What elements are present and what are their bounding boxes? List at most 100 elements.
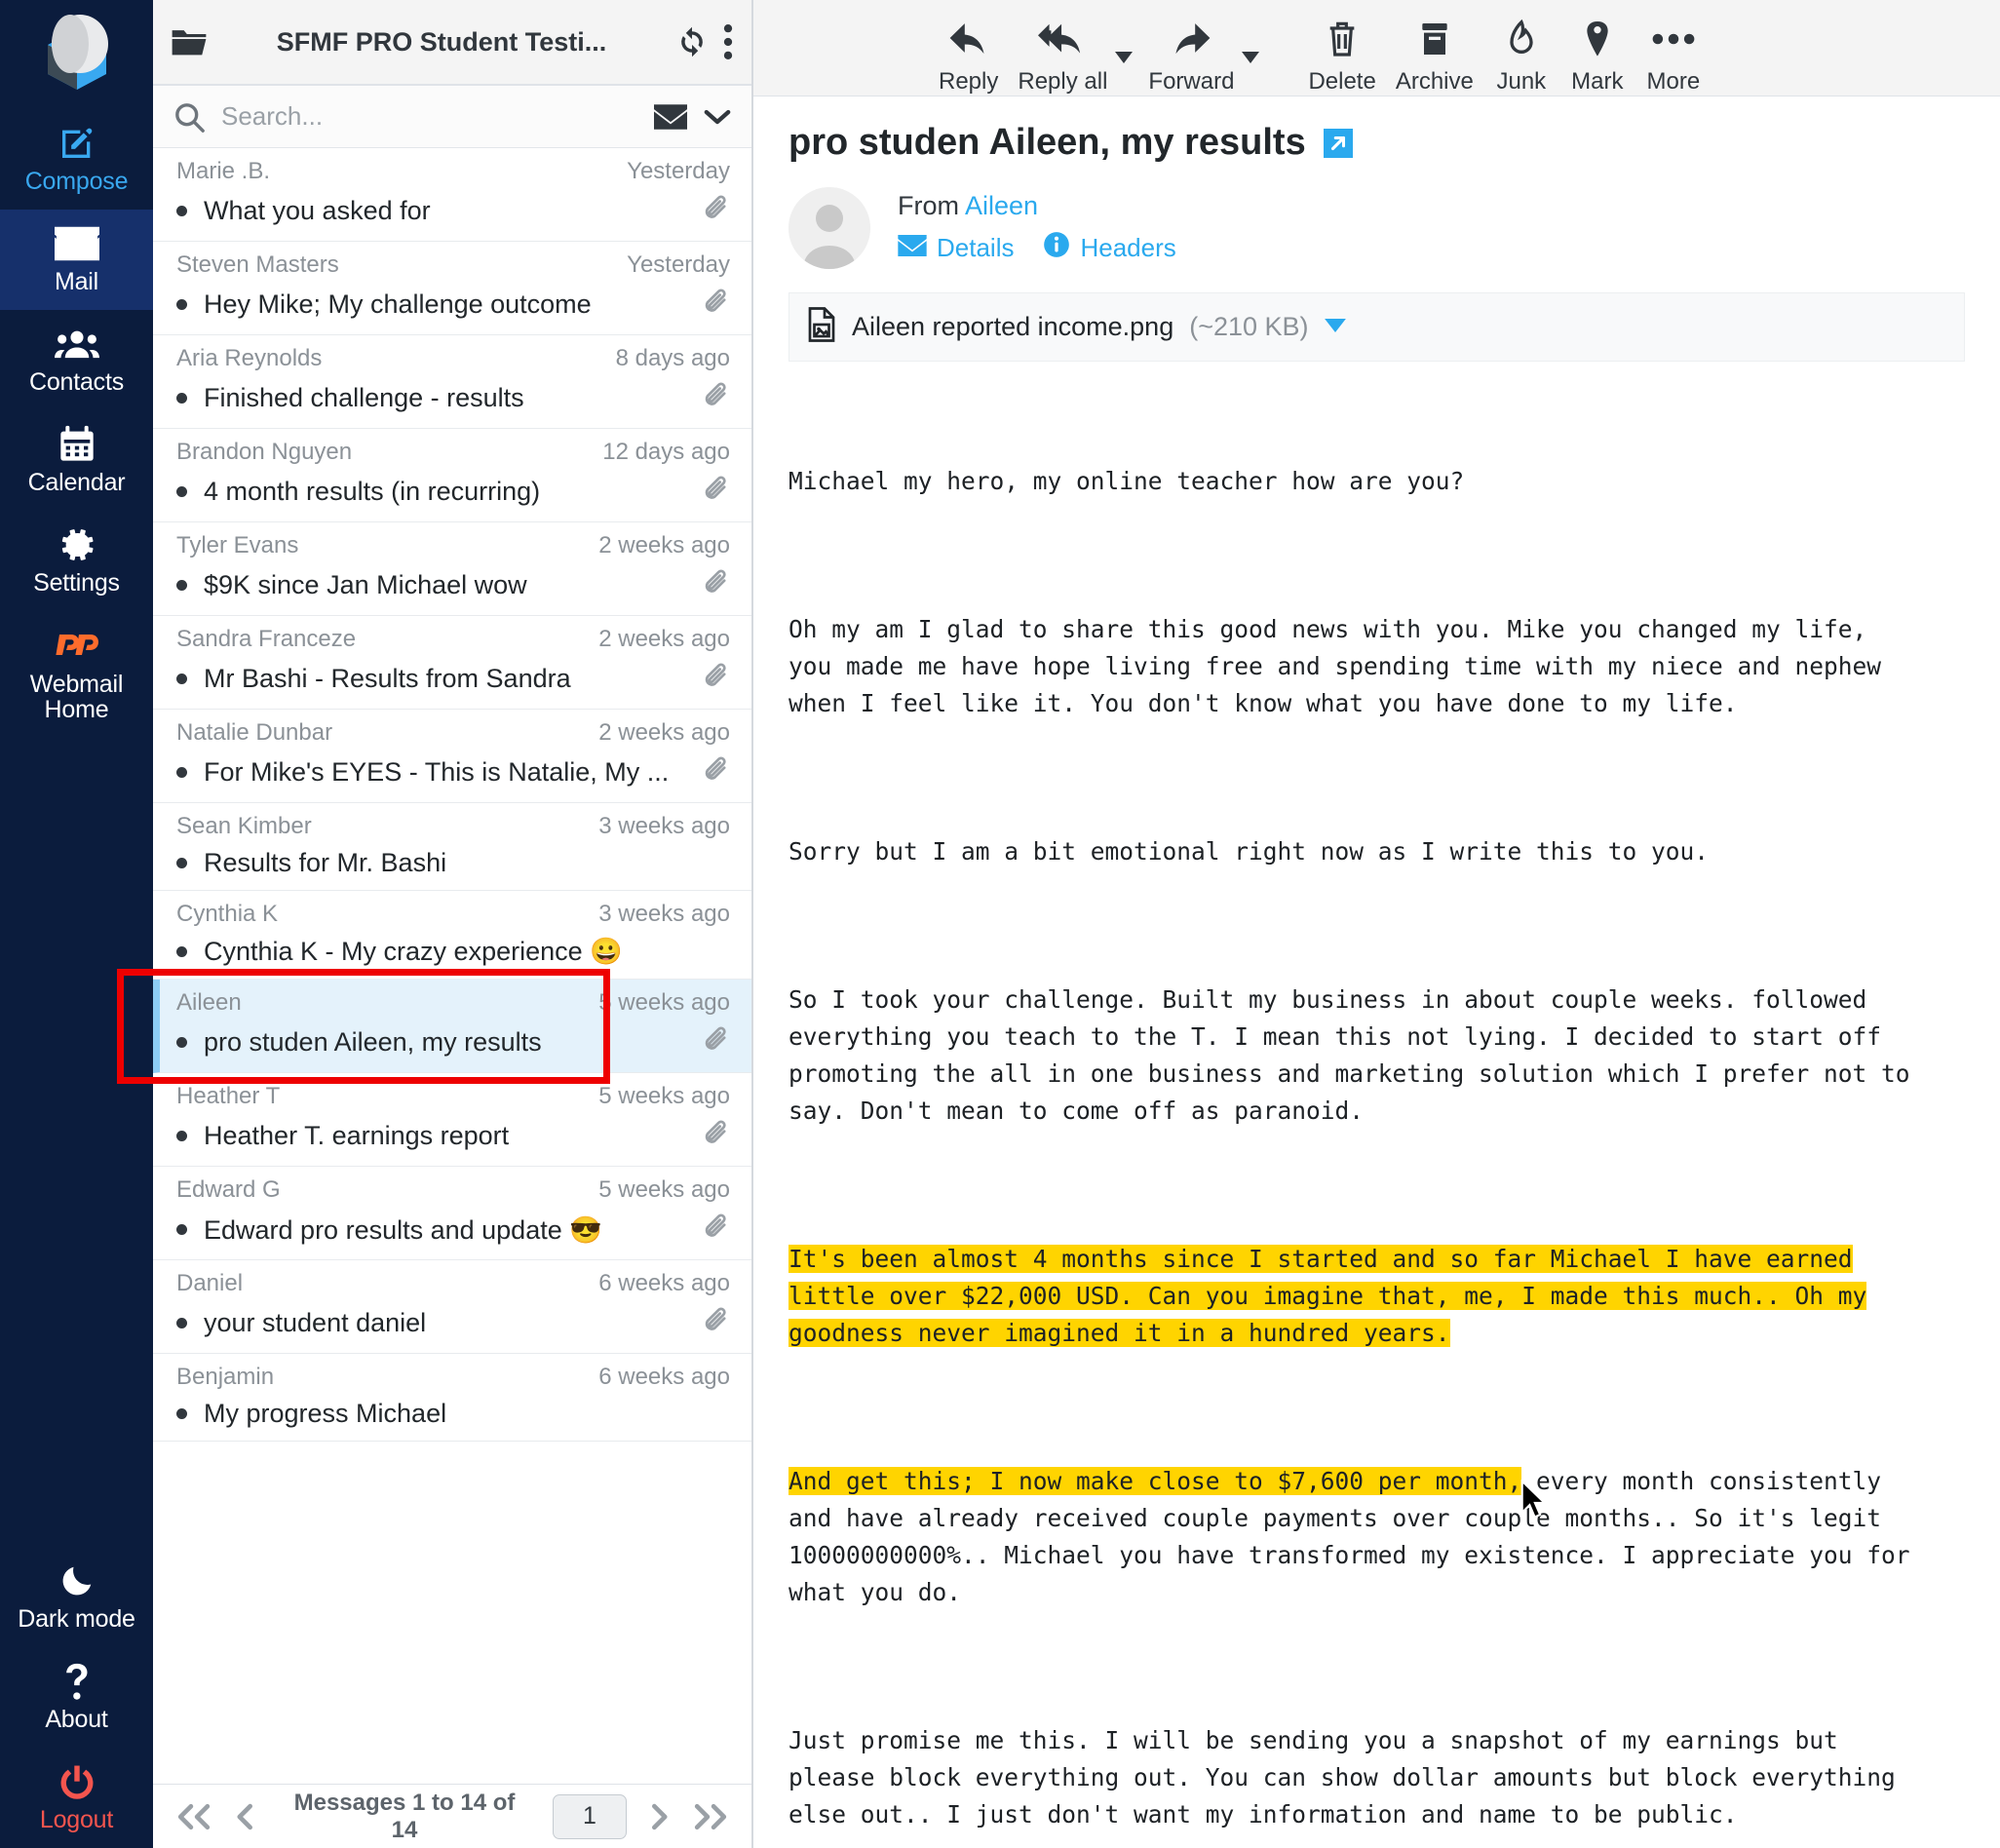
message-row[interactable]: Steven Masters Yesterday Hey Mike; My chal… [153, 242, 751, 335]
message-date: 5 weeks ago [598, 1083, 730, 1109]
dropdown-caret-icon[interactable] [1115, 51, 1134, 68]
first-page-button[interactable] [174, 1803, 213, 1830]
attachment-bar[interactable]: Aileen reported income.png (~210 KB) [788, 292, 1965, 362]
flame-icon [1507, 18, 1536, 60]
message-row[interactable]: Sandra Franceze 2 weeks ago Mr Bashi - Res… [153, 616, 751, 710]
message-list-pane: SFMF PRO Student Testi... Marie .B. Yeste… [117, 0, 753, 1848]
message-list[interactable]: Marie .B. Yesterday What you asked for Stev… [153, 148, 751, 1784]
main-sidebar: Compose Mail Contacts Calendar Settings [0, 0, 153, 1848]
unread-indicator [176, 486, 187, 497]
toolbar-button-delete[interactable]: Delete [1298, 14, 1385, 96]
toolbar-button-more[interactable]: More [1635, 14, 1712, 96]
toolbar-button-label: Delete [1308, 68, 1376, 95]
toolbar-button-forward[interactable]: Forward [1138, 14, 1244, 96]
toolbar-button-mark[interactable]: Mark [1559, 14, 1635, 96]
message-row-selected[interactable]: Aileen 5 weeks ago pro studen Aileen, my r… [153, 980, 751, 1073]
toolbar-button-archive[interactable]: Archive [1386, 14, 1483, 96]
message-sender: Edward G [176, 1176, 281, 1203]
message-row-bottom: your student daniel [176, 1305, 730, 1341]
open-external-icon[interactable] [1323, 128, 1353, 158]
message-sender: Aileen [176, 989, 242, 1016]
details-link[interactable]: Details [898, 233, 1014, 263]
reply-all-arrow-icon [1038, 18, 1087, 60]
sidebar-item-compose[interactable]: Compose [0, 109, 153, 210]
refresh-icon[interactable] [675, 25, 709, 58]
message-row-top: Natalie Dunbar 2 weeks ago [176, 719, 730, 747]
previous-page-button[interactable] [235, 1803, 256, 1830]
message-row-bottom: My progress Michael [176, 1399, 730, 1429]
attachment-icon [703, 567, 730, 603]
sidebar-item-about[interactable]: About [0, 1647, 153, 1748]
message-date: 5 weeks ago [598, 1176, 730, 1203]
message-date: 6 weeks ago [598, 1364, 730, 1390]
kebab-menu-icon[interactable] [722, 24, 734, 59]
message-subject: My progress Michael [204, 1399, 447, 1428]
sidebar-item-settings[interactable]: Settings [0, 511, 153, 611]
message-sender: Daniel [176, 1270, 244, 1296]
message-row[interactable]: Daniel 6 weeks ago your student daniel [153, 1260, 751, 1354]
sidebar-item-webmail-home[interactable]: Webmail Home [0, 611, 153, 739]
message-subject: your student daniel [204, 1308, 427, 1337]
from-name[interactable]: Aileen [965, 191, 1038, 220]
unread-indicator [176, 858, 187, 868]
toolbar-button-reply[interactable]: Reply [929, 14, 1008, 96]
message-subject: Edward pro results and update 😎 [204, 1214, 602, 1245]
details-label: Details [937, 233, 1015, 262]
message-row[interactable]: Marie .B. Yesterday What you asked for [153, 148, 751, 242]
envelope-icon[interactable] [654, 103, 687, 130]
message-row-bottom: Cynthia K - My crazy experience 😀 [176, 936, 730, 967]
chevron-down-icon[interactable] [703, 107, 732, 127]
sidebar-item-logout[interactable]: Logout [0, 1748, 153, 1848]
tag-icon [1583, 18, 1612, 60]
message-row-bottom: 4 month results (in recurring) [176, 474, 730, 510]
sidebar-item-dark-mode[interactable]: Dark mode [0, 1547, 153, 1647]
message-row-top: Sandra Franceze 2 weeks ago [176, 626, 730, 653]
sidebar-item-label: Mail [54, 268, 99, 295]
dropdown-caret-icon[interactable] [1242, 51, 1260, 68]
default-avatar-icon [788, 187, 870, 269]
attachment-icon [703, 193, 730, 229]
toolbar-button-reply-all[interactable]: Reply all [1008, 14, 1117, 96]
folder-open-icon[interactable] [171, 27, 208, 57]
sidebar-item-mail[interactable]: Mail [0, 210, 153, 310]
message-row[interactable]: Tyler Evans 2 weeks ago $9K since Jan Mich… [153, 522, 751, 616]
message-subject-row: pro studen Aileen, my results [788, 122, 1965, 164]
search-input[interactable] [221, 101, 638, 132]
message-row[interactable]: Natalie Dunbar 2 weeks ago For Mike's EYES… [153, 710, 751, 803]
toolbar-button-label: Junk [1496, 68, 1547, 95]
message-row[interactable]: Cynthia K 3 weeks ago Cynthia K - My crazy… [153, 891, 751, 980]
message-row[interactable]: Sean Kimber 3 weeks ago Results for Mr. Ba… [153, 803, 751, 891]
message-row-top: Cynthia K 3 weeks ago [176, 901, 730, 928]
message-subject: What you asked for [204, 196, 431, 225]
message-list-header: SFMF PRO Student Testi... [153, 0, 751, 86]
message-row-bottom: Edward pro results and update 😎 [176, 1212, 730, 1248]
message-sender: Cynthia K [176, 901, 279, 927]
unread-indicator [176, 674, 187, 684]
message-row[interactable]: Edward G 5 weeks ago Edward pro results an… [153, 1167, 751, 1260]
message-row[interactable]: Brandon Nguyen 12 days ago 4 month results… [153, 429, 751, 522]
message-sender: Tyler Evans [176, 532, 299, 558]
sidebar-item-calendar[interactable]: Calendar [0, 410, 153, 511]
headers-link[interactable]: Headers [1043, 231, 1176, 265]
message-row-top: Daniel 6 weeks ago [176, 1270, 730, 1297]
page-number-input[interactable] [553, 1793, 627, 1839]
message-row-bottom: For Mike's EYES - This is Natalie, My ..… [176, 754, 730, 790]
ellipsis-icon [1652, 18, 1695, 60]
message-row[interactable]: Aria Reynolds 8 days ago Finished challeng… [153, 335, 751, 429]
message-row[interactable]: Benjamin 6 weeks ago My progress Michael [153, 1354, 751, 1442]
calendar-icon [58, 424, 96, 465]
sidebar-item-contacts[interactable]: Contacts [0, 310, 153, 410]
message-row[interactable]: Heather T 5 weeks ago Heather T. earnings … [153, 1073, 751, 1167]
unread-indicator [176, 945, 187, 957]
caret-down-icon[interactable] [1324, 316, 1346, 338]
message-subject: pro studen Aileen, my results [204, 1027, 542, 1057]
search-bar[interactable] [153, 86, 751, 148]
pagination-footer: Messages 1 to 14 of 14 [153, 1784, 751, 1848]
last-page-button[interactable] [691, 1803, 730, 1830]
next-page-button[interactable] [648, 1803, 670, 1830]
toolbar-button-junk[interactable]: Junk [1483, 14, 1559, 96]
toolbar-button-label: More [1646, 68, 1701, 95]
message-subject: $9K since Jan Michael wow [204, 570, 527, 599]
message-date: 5 weeks ago [598, 989, 730, 1016]
